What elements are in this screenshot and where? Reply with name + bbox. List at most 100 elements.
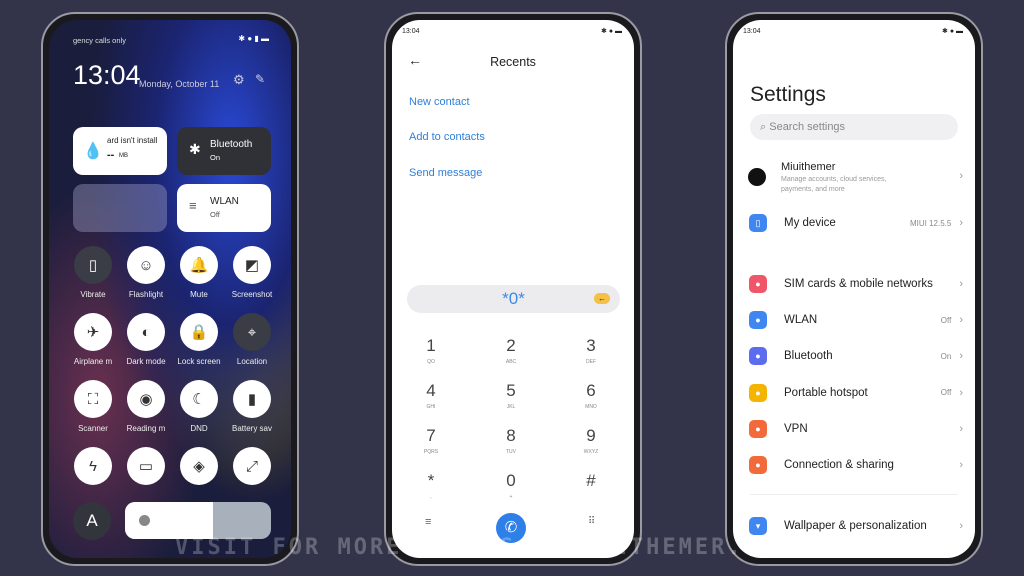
toggle-scanner[interactable]: ⛶ Scanner [67,380,119,433]
settings-item[interactable]: ● Connection & sharing › [749,452,963,478]
key-digit: # [586,471,596,490]
item-label: My device [784,217,836,229]
key-3[interactable]: 3 DEF [561,336,621,365]
key-#[interactable]: # [561,471,621,494]
toggle-nearby-share[interactable]: ◈ [173,447,225,491]
dial-number: *0* [502,289,525,308]
key-digit: 2 [506,336,516,355]
toggle-battery-saver[interactable]: ▮ Battery sav [226,380,278,433]
tile-status: Off [210,210,220,219]
backspace-icon[interactable]: ← [594,293,610,304]
toggle-power[interactable]: ϟ [67,447,119,491]
item-icon: ● [749,275,767,293]
key-1[interactable]: 1 QO [401,336,461,365]
toggle-label: Airplane m [73,357,113,366]
status-icons: ✱ ● ▬ [601,28,622,35]
mobile-data-tile[interactable] [73,184,167,232]
brightness-slider[interactable] [125,502,271,539]
keypad-icon[interactable]: ⠿ [588,516,595,527]
account-subtitle: Manage accounts, cloud services, payment… [781,176,887,193]
bluetooth-tile[interactable]: ✱ Bluetooth On [177,127,271,175]
toggle-cast[interactable]: ▭ [120,447,172,491]
send-message-link[interactable]: Send message [409,167,482,179]
toggle-location[interactable]: ⌖ Location [226,313,278,366]
key-0[interactable]: 0 + [481,471,541,500]
key-9[interactable]: 9 WXYZ [561,426,621,455]
new-contact-link[interactable]: New contact [409,96,470,108]
item-icon: ● [749,383,767,402]
data-usage-tile[interactable]: 💧 ard isn't install -- MB [73,127,167,175]
chevron-right-icon: › [959,386,963,399]
settings-icon[interactable]: ⚙ [233,72,245,88]
settings-item[interactable]: ● WLAN Off › [749,307,963,333]
key-digit: 9 [586,426,596,445]
settings-item[interactable]: ● SIM cards & mobile networks › [749,271,963,297]
menu-icon[interactable]: ≡ [425,516,431,528]
watermark: VISIT FOR MORE THEMES - MIUITHEMER.COM [175,535,793,560]
toggle-lock-screen[interactable]: 🔒 Lock screen [173,313,225,366]
key-8[interactable]: 8 TUV [481,426,541,455]
tile-title: WLAN [210,196,239,207]
settings-item-my-device[interactable]: ▯ My device MIUI 12.5.5 › [749,210,963,236]
phone-control-center: gency calls only ✱ ● ▮ ▬ 13:04 Monday, O… [41,12,299,566]
toggle-flashlight[interactable]: ☺ Flashlight [120,246,172,299]
tile-title: ard isn't install [107,136,158,145]
dial-input[interactable]: *0* ← [407,285,620,313]
key-5[interactable]: 5 JKL [481,381,541,410]
item-value: MIUI 12.5.5 [909,218,952,228]
battery-saver-icon: ▮ [233,380,271,418]
status-icons: ✱ ● ▮ ▬ [238,34,269,43]
toggle-label: Vibrate [80,290,106,299]
key-letters: + [509,494,513,500]
item-icon: ● [749,347,767,366]
account-name[interactable]: Miuithemer [781,161,835,173]
key-letters: PQRS [423,449,439,455]
item-value: On [940,351,952,361]
settings-item[interactable]: ● VPN › [749,416,963,442]
settings-item[interactable]: ● Bluetooth On › [749,343,963,369]
auto-brightness-button[interactable]: A [73,502,111,540]
toggle-label: Lock screen [177,357,221,366]
key-4[interactable]: 4 GHI [401,381,461,410]
power-icon: ϟ [74,447,112,485]
tile-title: Bluetooth [210,139,253,150]
wlan-tile[interactable]: ≡ WLAN Off [177,184,271,232]
key-6[interactable]: 6 MNO [561,381,621,410]
key-letters: JKL [506,404,516,410]
item-label: Connection & sharing [784,459,894,471]
key-7[interactable]: 7 PQRS [401,426,461,455]
date: Monday, October 11 [139,79,220,89]
toggle-mute[interactable]: 🔔 Mute [173,246,225,299]
nearby-share-icon: ◈ [180,447,218,485]
toggle-dnd[interactable]: ☾ DND [173,380,225,433]
key-digit: 1 [426,336,436,355]
item-label: WLAN [784,314,818,327]
toggle-airplane[interactable]: ✈ Airplane m [67,313,119,366]
key-2[interactable]: 2 ABC [481,336,541,365]
key-letters: , [430,494,432,500]
search-placeholder: Search settings [769,121,846,133]
toggle-screenshot[interactable]: ◩ Screenshot [226,246,278,299]
search-input[interactable]: ⌕ Search settings [750,114,958,140]
settings-item[interactable]: ● Portable hotspot Off › [749,380,963,406]
key-*[interactable]: *, [401,471,461,500]
vibrate-icon: ▯ [74,246,112,284]
toggle-vibrate[interactable]: ▯ Vibrate [67,246,119,299]
toggle-dark-mode[interactable]: ◐ Dark mode [120,313,172,366]
item-label: Wallpaper & personalization [784,520,927,532]
toggle-resize[interactable]: ⤢ [226,447,278,491]
cast-icon: ▭ [127,447,165,485]
edit-icon[interactable]: ✎ [255,72,265,86]
toggle-reading-mode[interactable]: ◉ Reading m [120,380,172,433]
page-title: Settings [750,83,826,106]
reading-mode-icon: ◉ [127,380,165,418]
resize-icon: ⤢ [233,447,271,485]
phone-dialer: 13:04 ✱ ● ▬ ← Recents New contact Add to… [384,12,642,566]
key-digit: 7 [426,426,436,445]
mute-icon: 🔔 [180,246,218,284]
key-digit: 4 [426,381,436,400]
add-to-contacts-link[interactable]: Add to contacts [409,131,485,143]
key-letters: MNO [585,404,597,410]
tile-unit: MB [119,153,128,159]
chevron-right-icon: › [959,520,963,532]
